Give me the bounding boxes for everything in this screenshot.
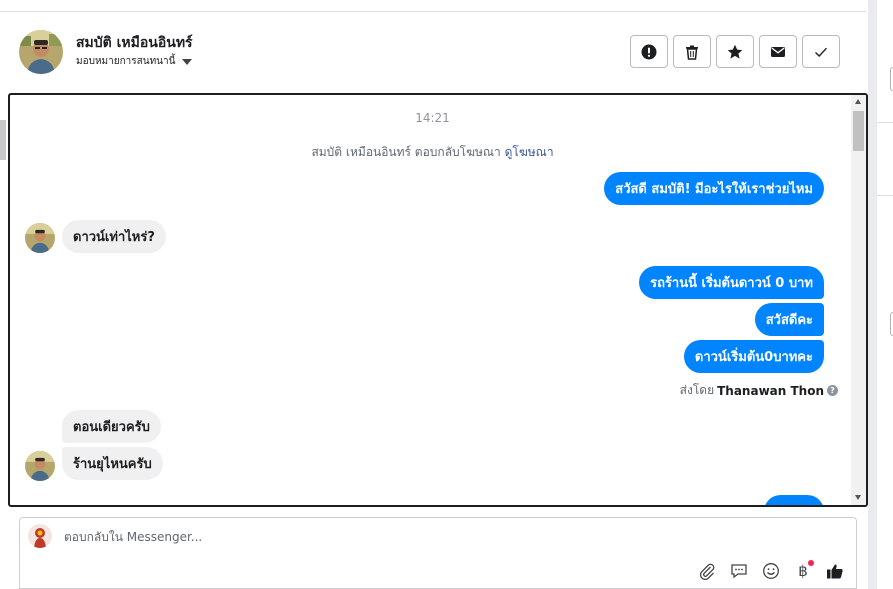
payment-icon: ฿ bbox=[798, 562, 808, 580]
alert-icon bbox=[641, 44, 657, 59]
delete-button[interactable] bbox=[673, 35, 711, 68]
sent-by-agent: Thanawan Thon bbox=[717, 383, 824, 398]
like-button[interactable] bbox=[824, 560, 846, 582]
scroll-up-icon[interactable] bbox=[855, 99, 861, 104]
message-incoming[interactable]: ตอนเดียวครับ bbox=[62, 410, 161, 443]
message-outgoing[interactable]: รถร้านนี้ เริ่มต้นดาวน์ 0 บาท bbox=[639, 266, 824, 299]
assign-label: มอบหมายการสนทนานี้ bbox=[76, 56, 176, 67]
contact-name[interactable]: สมบัติ เหมือนอินทร์ bbox=[76, 32, 193, 54]
help-icon[interactable]: ? bbox=[827, 385, 838, 396]
payment-button[interactable]: ฿ bbox=[792, 560, 814, 582]
composer-tools: ฿ bbox=[696, 560, 846, 582]
spam-button[interactable] bbox=[630, 35, 668, 68]
like-icon bbox=[827, 564, 843, 579]
contact-avatar-small[interactable] bbox=[25, 451, 55, 481]
notification-dot bbox=[808, 560, 814, 566]
message-outgoing[interactable]: ดาวน์เริ่มต้น0บาทคะ bbox=[683, 340, 824, 373]
reply-input[interactable] bbox=[64, 530, 664, 544]
contact-avatar[interactable] bbox=[19, 30, 63, 74]
reply-composer: ฿ bbox=[19, 517, 857, 589]
star-icon bbox=[727, 44, 743, 59]
conversation-actions bbox=[630, 35, 840, 68]
sent-by-prefix: ส่งโดย bbox=[679, 383, 715, 397]
message-thread[interactable]: 14:21 สมบัติ เหมือนอินทร์ ตอบกลับโฆษณา ด… bbox=[8, 93, 868, 507]
message-outgoing[interactable]: สวัสดีคะ bbox=[754, 303, 824, 336]
contact-avatar-small[interactable] bbox=[25, 223, 55, 253]
scroll-thumb[interactable] bbox=[853, 111, 864, 151]
star-button[interactable] bbox=[716, 35, 754, 68]
emoji-button[interactable] bbox=[760, 560, 782, 582]
mark-unread-button[interactable] bbox=[759, 35, 797, 68]
ad-reply-notice: สมบัติ เหมือนอินทร์ ตอบกลับโฆษณา ดูโฆษณา bbox=[10, 143, 855, 162]
message-outgoing-partial[interactable] bbox=[764, 495, 824, 505]
message-outgoing[interactable]: สวัสดี สมบัติ! มีอะไรให้เราช่วยไหม bbox=[604, 172, 824, 205]
right-details-panel bbox=[868, 0, 893, 589]
message-incoming[interactable]: ดาวน์เท่าไหร่? bbox=[62, 220, 166, 253]
timestamp: 14:21 bbox=[415, 111, 450, 125]
assign-conversation-dropdown[interactable]: มอบหมายการสนทนานี้ bbox=[76, 54, 193, 69]
saved-reply-icon bbox=[731, 564, 747, 579]
check-icon bbox=[815, 47, 828, 57]
saved-replies-button[interactable] bbox=[728, 560, 750, 582]
mark-done-button[interactable] bbox=[802, 35, 840, 68]
inbox-conversation-view: สมบัติ เหมือนอินทร์ มอบหมายการสนทนานี้ 1… bbox=[0, 0, 893, 589]
trash-icon bbox=[686, 45, 698, 60]
sent-by-label: ส่งโดย Thanawan Thon ? bbox=[680, 381, 838, 400]
envelope-icon bbox=[771, 46, 785, 57]
caret-down-icon bbox=[182, 58, 193, 65]
panel-divider bbox=[868, 0, 877, 589]
message-incoming[interactable]: ร้านยุไหนครับ bbox=[62, 447, 163, 480]
scroll-down-icon[interactable] bbox=[855, 495, 861, 500]
page-avatar bbox=[28, 524, 52, 548]
ad-reply-text: สมบัติ เหมือนอินทร์ ตอบกลับโฆษณา bbox=[311, 145, 501, 159]
attach-button[interactable] bbox=[696, 560, 718, 582]
paperclip-icon bbox=[699, 563, 715, 580]
panel-separator bbox=[877, 122, 893, 123]
view-ad-link[interactable]: ดูโฆษณา bbox=[505, 145, 554, 159]
left-scroll-edge[interactable] bbox=[0, 120, 6, 160]
thread-scrollbar[interactable] bbox=[851, 95, 866, 505]
conversation-header: สมบัติ เหมือนอินทร์ มอบหมายการสนทนานี้ bbox=[0, 12, 866, 92]
emoji-icon bbox=[763, 563, 779, 579]
panel-separator bbox=[877, 195, 893, 196]
